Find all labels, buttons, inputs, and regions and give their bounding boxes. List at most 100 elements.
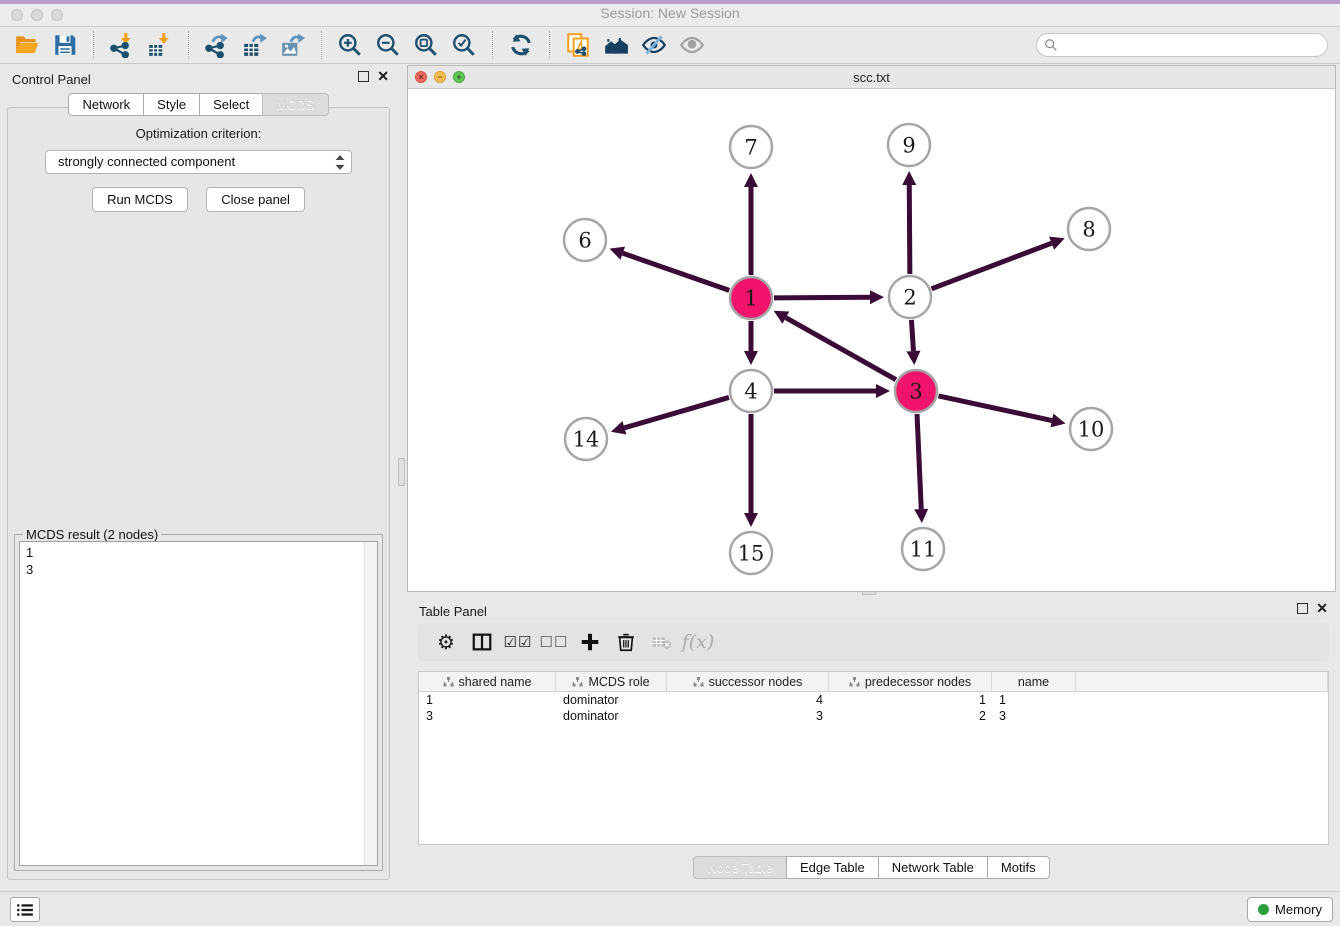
select-all-columns-button[interactable]: ☑☑ <box>500 626 536 658</box>
show-column-panel-button[interactable] <box>464 626 500 658</box>
node-4[interactable]: 4 <box>730 370 772 412</box>
run-mcds-button[interactable]: Run MCDS <box>92 187 188 212</box>
table-row[interactable]: 3dominator323 <box>419 708 1328 724</box>
save-session-button[interactable] <box>46 29 84 61</box>
node-9[interactable]: 9 <box>888 124 930 166</box>
memory-button[interactable]: Memory <box>1247 897 1333 922</box>
show-all-button[interactable] <box>673 29 711 61</box>
column-header-filler <box>1076 672 1328 691</box>
node-label-3: 3 <box>909 379 922 403</box>
table-cell[interactable]: 1 <box>992 692 1076 708</box>
node-3[interactable]: 3 <box>895 370 937 412</box>
tab-mcds[interactable]: MCDS <box>262 93 328 116</box>
column-header-successor-nodes[interactable]: successor nodes <box>667 672 829 691</box>
search-input[interactable] <box>1036 33 1328 57</box>
table-cell[interactable]: 1 <box>419 692 556 708</box>
edge-1-2[interactable] <box>774 297 870 298</box>
save-icon <box>52 32 78 58</box>
table-row[interactable]: 1dominator411 <box>419 692 1328 708</box>
node-6[interactable]: 6 <box>564 219 606 261</box>
column-header-shared-name[interactable]: shared name <box>419 672 556 691</box>
column-header-MCDS-role[interactable]: MCDS role <box>556 672 667 691</box>
optimization-criterion-select[interactable]: strongly connected component <box>45 150 352 174</box>
function-builder-button[interactable]: f(x) <box>680 626 716 658</box>
column-label: shared name <box>459 675 532 689</box>
node-label-15: 15 <box>738 541 765 565</box>
export-image-button[interactable] <box>274 29 312 61</box>
mcds-result-scrollbar[interactable] <box>364 542 377 865</box>
edge-3-1[interactable] <box>786 318 896 380</box>
delete-table-button[interactable] <box>644 626 680 658</box>
zoom-fit-button[interactable] <box>407 29 445 61</box>
tab-motifs[interactable]: Motifs <box>987 856 1050 879</box>
close-panel-button[interactable]: Close panel <box>206 187 305 212</box>
zoom-selected-button[interactable] <box>445 29 483 61</box>
node-1[interactable]: 1 <box>730 277 772 319</box>
tab-network[interactable]: Network <box>68 93 144 116</box>
table-cell[interactable]: 3 <box>667 708 829 724</box>
delete-columns-button[interactable] <box>608 626 644 658</box>
float-panel-icon[interactable] <box>358 71 369 82</box>
node-15[interactable]: 15 <box>730 532 772 574</box>
import-network-button[interactable] <box>103 29 141 61</box>
network-window-titlebar[interactable]: × − + scc.txt <box>408 66 1335 89</box>
table-cell[interactable]: dominator <box>556 692 667 708</box>
export-table-button[interactable] <box>236 29 274 61</box>
export-network-button[interactable] <box>198 29 236 61</box>
search-field-container <box>1036 33 1328 57</box>
close-panel-icon[interactable]: ✕ <box>377 71 389 82</box>
edge-2-9[interactable] <box>909 185 910 274</box>
table-cell[interactable]: 1 <box>829 692 992 708</box>
open-session-button[interactable] <box>8 29 46 61</box>
node-14[interactable]: 14 <box>565 418 607 460</box>
node-2[interactable]: 2 <box>889 276 931 318</box>
unselect-all-columns-button[interactable]: ☐☐ <box>536 626 572 658</box>
refresh-view-button[interactable] <box>502 29 540 61</box>
float-table-panel-icon[interactable] <box>1297 603 1308 614</box>
column-header-name[interactable]: name <box>992 672 1076 691</box>
node-11[interactable]: 11 <box>902 528 944 570</box>
node-7[interactable]: 7 <box>730 126 772 168</box>
gear-icon: ⚙ <box>437 630 455 655</box>
table-cell[interactable]: 3 <box>419 708 556 724</box>
table-cell[interactable]: 4 <box>667 692 829 708</box>
first-neighbors-button[interactable] <box>597 29 635 61</box>
hide-selection-button[interactable] <box>635 29 673 61</box>
close-table-panel-icon[interactable]: ✕ <box>1316 603 1328 614</box>
tab-style[interactable]: Style <box>143 93 200 116</box>
node-10[interactable]: 10 <box>1070 408 1112 450</box>
edge-1-6[interactable] <box>623 253 730 290</box>
node-label-14: 14 <box>573 427 600 451</box>
table-panel-title: Table Panel <box>419 604 487 619</box>
table-options-button[interactable]: ⚙ <box>428 626 464 658</box>
edge-2-8[interactable] <box>932 243 1052 289</box>
table-cell[interactable]: dominator <box>556 708 667 724</box>
edge-4-14[interactable] <box>624 397 729 427</box>
import-table-button[interactable] <box>141 29 179 61</box>
titlebar: Session: New Session <box>0 0 1340 27</box>
create-column-button[interactable] <box>572 626 608 658</box>
node-label-9: 9 <box>902 133 915 157</box>
table-cell[interactable]: 2 <box>829 708 992 724</box>
vertical-splitter-handle[interactable] <box>398 458 405 486</box>
zoom-in-button[interactable] <box>331 29 369 61</box>
table-cell[interactable]: 3 <box>992 708 1076 724</box>
show-panels-menu-button[interactable] <box>10 897 40 922</box>
select-stepper-icon <box>334 154 346 171</box>
edge-2-3[interactable] <box>911 320 913 351</box>
node-8[interactable]: 8 <box>1068 208 1110 250</box>
tab-select[interactable]: Select <box>199 93 263 116</box>
duplicate-network-button[interactable] <box>559 29 597 61</box>
edge-3-10[interactable] <box>938 396 1051 421</box>
network-canvas[interactable]: 7 9 6 8 1 2 4 3 14 10 15 11 <box>408 89 1335 591</box>
tab-node-table[interactable]: Node Table <box>693 856 787 879</box>
network-graph[interactable]: 7 9 6 8 1 2 4 3 14 10 15 11 <box>408 89 1335 591</box>
tab-network-table[interactable]: Network Table <box>878 856 988 879</box>
mcds-result-text[interactable]: 13 <box>20 544 363 865</box>
unchecked-boxes-icon: ☐☐ <box>540 633 569 651</box>
table-panel: Table Panel ✕ ⚙ ☑☑ ☐☐ <box>407 597 1336 891</box>
tab-edge-table[interactable]: Edge Table <box>786 856 879 879</box>
zoom-out-button[interactable] <box>369 29 407 61</box>
edge-3-11[interactable] <box>917 414 921 509</box>
column-header-predecessor-nodes[interactable]: predecessor nodes <box>829 672 992 691</box>
